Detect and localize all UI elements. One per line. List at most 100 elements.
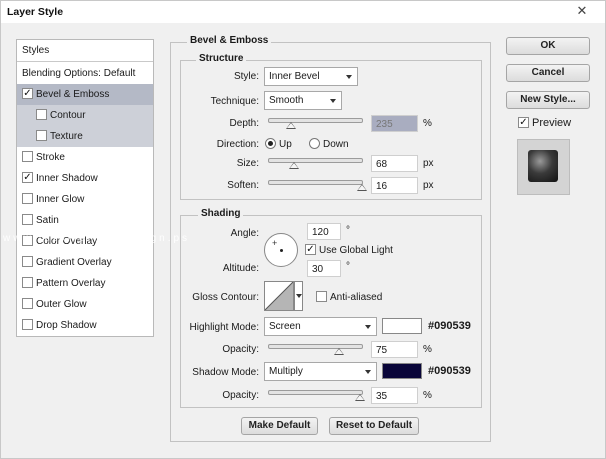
style-checkbox[interactable] [22,193,33,204]
shadow-opacity-thumb[interactable] [355,394,366,401]
style-item-label: Contour [50,110,86,121]
angle-dial-center [280,249,283,252]
depth-unit: % [423,118,432,129]
styles-list: Styles Blending Options: Default ✓ Bevel &… [16,39,154,337]
size-label: Size: [236,158,259,169]
style-label: Style: [233,71,259,82]
gloss-contour-preview[interactable] [264,281,294,311]
bevel-style-value: Inner Bevel [269,71,320,82]
direction-up-radio[interactable] [265,138,276,149]
use-global-light-label[interactable]: Use Global Light [319,245,393,256]
style-checkbox[interactable] [22,214,33,225]
direction-down-radio[interactable] [309,138,320,149]
style-checkbox[interactable] [22,298,33,309]
style-item-label: Outer Glow [36,299,87,310]
style-item-pattern-overlay[interactable]: Pattern Overlay [17,273,153,294]
style-item-drop-shadow[interactable]: Drop Shadow [17,315,153,336]
soften-slider[interactable] [268,180,367,191]
style-checkbox[interactable] [22,151,33,162]
crosshair-icon: + [272,238,278,248]
style-checkbox[interactable] [36,109,47,120]
highlight-opacity-unit: % [423,344,432,355]
shadow-opacity-slider[interactable] [268,390,366,401]
styles-header[interactable]: Styles [17,40,153,62]
style-checkbox[interactable] [22,256,33,267]
highlight-mode-select[interactable]: Screen [264,317,377,336]
gloss-contour-dropdown[interactable] [294,281,303,311]
style-item-blending-options-default[interactable]: Blending Options: Default [17,63,153,84]
anti-aliased-checkbox[interactable] [316,291,327,302]
direction-up-label[interactable]: Up [279,139,292,150]
style-item-label: Blending Options: Default [22,68,136,79]
style-checkbox[interactable] [36,130,47,141]
watermark-text: www.tutorialwebdesign.ps [3,233,191,244]
style-item-contour[interactable]: Contour [17,105,153,126]
shadow-opacity-input[interactable]: 35 [371,387,418,404]
angle-unit: ° [346,225,350,236]
style-item-outer-glow[interactable]: Outer Glow [17,294,153,315]
angle-input[interactable]: 120 [307,223,341,240]
styles-header-label: Styles [22,45,50,56]
altitude-label: Altitude: [222,263,259,274]
style-preview-thumbnail [517,139,570,195]
size-slider[interactable] [268,158,363,169]
soften-input[interactable]: 16 [371,177,418,194]
style-item-inner-shadow[interactable]: ✓ Inner Shadow [17,168,153,189]
size-unit: px [423,158,434,169]
style-item-inner-glow[interactable]: Inner Glow [17,189,153,210]
style-checkbox[interactable] [22,277,33,288]
close-icon[interactable]: ✕ [567,1,597,21]
altitude-unit: ° [346,261,350,272]
style-item-label: Bevel & Emboss [36,89,110,100]
title-bar: Layer Style ✕ [1,1,605,23]
angle-dial[interactable]: + [264,233,298,267]
reset-to-default-button[interactable]: Reset to Default [329,417,419,435]
soften-label: Soften: [227,180,259,191]
technique-value: Smooth [269,95,304,106]
highlight-mode-value: Screen [269,321,301,332]
shadow-hex: #090539 [428,365,471,377]
size-input[interactable]: 68 [371,155,418,172]
soften-slider-thumb[interactable] [357,184,367,191]
use-global-light-checkbox[interactable]: ✓ [305,244,316,255]
shadow-color-swatch[interactable] [382,363,422,379]
highlight-opacity-slider[interactable] [268,344,363,355]
highlight-opacity-input[interactable]: 75 [371,341,418,358]
style-checkbox[interactable] [22,319,33,330]
style-item-bevel-emboss[interactable]: ✓ Bevel & Emboss [17,84,153,105]
highlight-opacity-thumb[interactable] [333,348,344,355]
bevel-style-select[interactable]: Inner Bevel [264,67,358,86]
depth-input[interactable]: 235 [371,115,418,132]
direction-down-label[interactable]: Down [323,139,349,150]
layer-style-dialog: Layer Style ✕ Styles Blending Options: D… [0,0,606,459]
chevron-down-icon [365,370,371,374]
altitude-input[interactable]: 30 [307,260,341,277]
chevron-down-icon [365,325,371,329]
angle-label: Angle: [230,228,259,239]
make-default-button[interactable]: Make Default [241,417,318,435]
anti-aliased-label[interactable]: Anti-aliased [330,292,382,303]
preview-label[interactable]: Preview [532,117,571,129]
size-slider-thumb[interactable] [289,162,300,169]
style-item-texture[interactable]: Texture [17,126,153,147]
style-checkbox[interactable]: ✓ [22,88,33,99]
new-style-button[interactable]: New Style... [506,91,590,109]
style-item-gradient-overlay[interactable]: Gradient Overlay [17,252,153,273]
cancel-button[interactable]: Cancel [506,64,590,82]
ok-button[interactable]: OK [506,37,590,55]
structure-title: Structure [196,53,247,64]
depth-slider-thumb[interactable] [286,122,297,129]
window-title: Layer Style [7,6,64,18]
style-item-stroke[interactable]: Stroke [17,147,153,168]
highlight-mode-label: Highlight Mode: [189,322,259,333]
shadow-opacity-unit: % [423,390,432,401]
shadow-mode-select[interactable]: Multiply [264,362,377,381]
style-checkbox[interactable]: ✓ [22,172,33,183]
style-item-satin[interactable]: Satin [17,210,153,231]
preview-swatch [528,150,558,182]
preview-checkbox[interactable]: ✓ [518,117,529,128]
technique-select[interactable]: Smooth [264,91,342,110]
technique-label: Technique: [210,96,259,107]
highlight-color-swatch[interactable] [382,318,422,334]
depth-slider[interactable] [268,118,363,129]
